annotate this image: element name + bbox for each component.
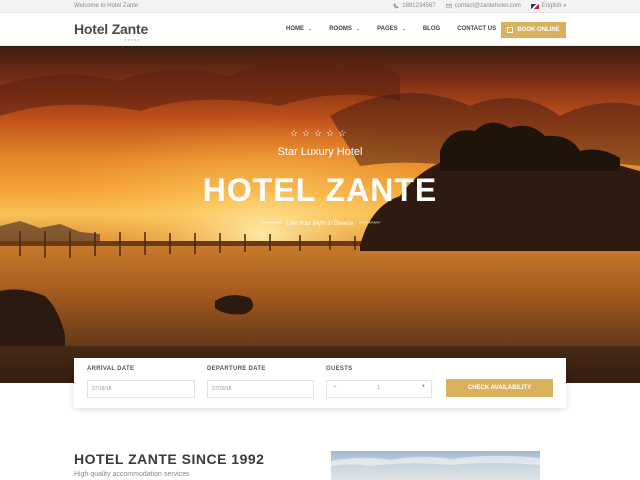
language-selector[interactable]: English ▾ xyxy=(530,3,566,9)
nav-item-label: PAGES xyxy=(377,26,398,32)
hero-subtitle: Star Luxury Hotel xyxy=(277,146,363,158)
hero-title: HOTEL ZANTE xyxy=(202,172,438,208)
section-title: HOTEL ZANTE SINCE 1992 xyxy=(74,451,265,467)
uk-flag-icon xyxy=(530,3,539,9)
hero-star-rating: ☆☆☆☆☆ xyxy=(289,128,351,138)
language-label: English xyxy=(541,3,562,9)
chevron-down-icon: ⌄ xyxy=(308,26,313,32)
book-online-label: BOOK ONLINE xyxy=(517,27,560,33)
guests-value[interactable]: 1 xyxy=(377,385,380,391)
envelope-icon xyxy=(445,3,452,9)
calendar-icon xyxy=(507,27,514,33)
guests-stepper: − 1 + xyxy=(326,380,432,398)
welcome-text: Welcome to Hotel Zante xyxy=(74,3,139,9)
booking-form: ARRIVAL DATE 07/18/18 DEPARTURE DATE 07/… xyxy=(74,358,566,408)
phone-icon xyxy=(393,3,399,9)
hero-banner: ☆☆☆☆☆ Star Luxury Hotel HOTEL ZANTE 〰〰〰〰… xyxy=(0,46,640,383)
wave-divider-icon: 〰〰〰〰 xyxy=(260,221,282,227)
arrival-date-label: ARRIVAL DATE xyxy=(87,366,135,372)
nav-item-contact[interactable]: CONTACT US xyxy=(457,26,496,32)
section-subtitle: High quality accommodation services xyxy=(74,471,190,478)
top-bar: Welcome to Hotel Zante 1881234567 contac… xyxy=(0,0,640,13)
hotel-photo xyxy=(331,451,540,480)
increment-button[interactable]: + xyxy=(421,384,425,390)
nav-item-home[interactable]: HOME ⌄ xyxy=(286,26,312,32)
nav-item-rooms[interactable]: ROOMS ⌄ xyxy=(329,26,360,32)
book-online-button[interactable]: BOOK ONLINE xyxy=(501,22,566,38)
nav-menu: HOME ⌄ ROOMS ⌄ PAGES ⌄ BLOG CONTACT US xyxy=(286,26,513,32)
nav-item-blog[interactable]: BLOG xyxy=(423,26,440,32)
arrival-date-value: 07/18/18 xyxy=(92,386,112,392)
hero-tagline-text: Live Your Myth in Greece xyxy=(286,221,354,227)
main-navigation: Hotel Zante ★★★★★ HOME ⌄ ROOMS ⌄ PAGES ⌄… xyxy=(0,13,640,46)
email-address: contact@zantehotel.com xyxy=(454,3,521,9)
guests-label: GUESTS xyxy=(326,366,353,372)
nav-item-label: HOME xyxy=(286,26,304,32)
departure-date-input[interactable]: 07/20/18 xyxy=(207,380,314,398)
check-availability-button[interactable]: CHECK AVAILABILITY xyxy=(446,379,553,397)
nav-item-label: ROOMS xyxy=(329,26,352,32)
chevron-down-icon: ⌄ xyxy=(401,26,406,32)
sky-image xyxy=(331,455,540,466)
arrival-date-input[interactable]: 07/18/18 xyxy=(87,380,195,398)
chevron-down-icon: ⌄ xyxy=(355,26,361,32)
nav-item-pages[interactable]: PAGES ⌄ xyxy=(377,26,406,32)
departure-date-value: 07/20/18 xyxy=(212,386,232,392)
phone-link[interactable]: 1881234567 xyxy=(393,3,436,9)
top-bar-contacts: 1881234567 contact@zantehotel.com Englis… xyxy=(383,3,566,9)
nav-item-label: CONTACT US xyxy=(457,26,497,32)
chevron-down-icon: ▾ xyxy=(563,3,566,9)
departure-date-label: DEPARTURE DATE xyxy=(207,366,266,372)
site-logo[interactable]: Hotel Zante xyxy=(74,21,148,37)
logo-stars: ★★★★★ xyxy=(124,38,140,42)
phone-number: 1881234567 xyxy=(402,3,436,9)
email-link[interactable]: contact@zantehotel.com xyxy=(445,3,521,9)
decrement-button[interactable]: − xyxy=(333,384,337,390)
sunset-landscape-image xyxy=(0,46,640,383)
hero-tagline: 〰〰〰〰 Live Your Myth in Greece 〰〰〰〰 xyxy=(0,218,640,227)
wave-divider-icon: 〰〰〰〰 xyxy=(359,221,380,227)
nav-item-label: BLOG xyxy=(422,26,441,32)
